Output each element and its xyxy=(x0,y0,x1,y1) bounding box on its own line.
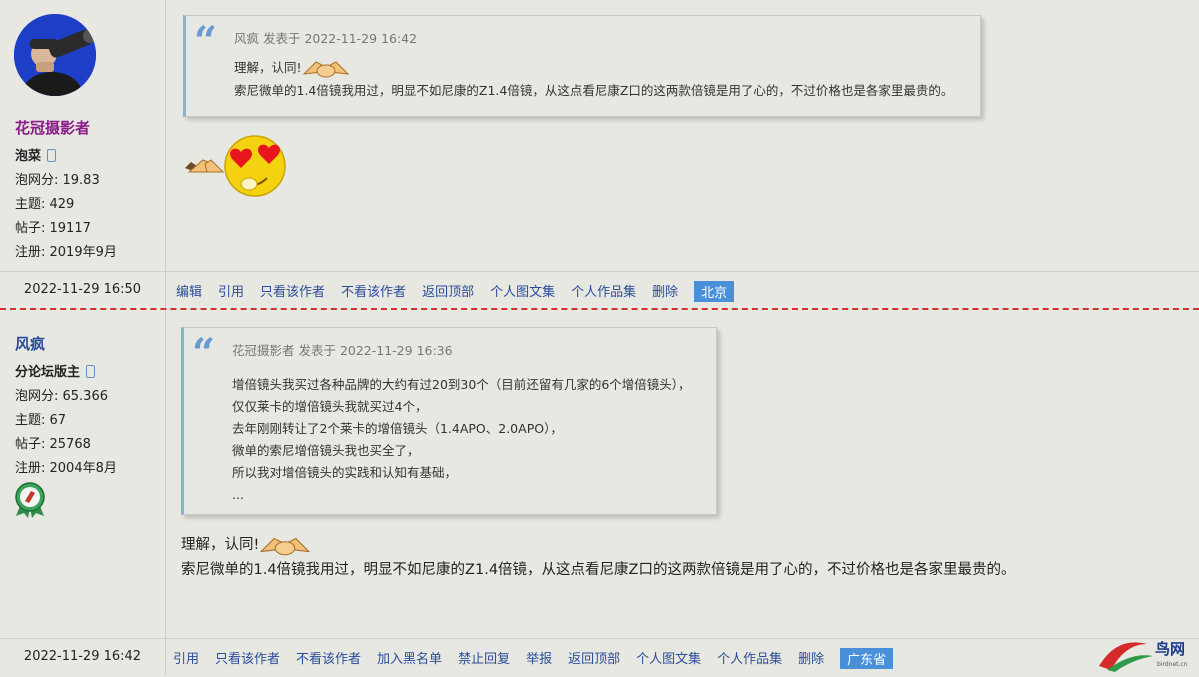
author-stats: 分论坛版主 泡网分: 65.366 主题: 67 帖子: 25768 注册: 2… xyxy=(15,361,117,481)
watermark-url: birdnet.cn xyxy=(1157,661,1188,668)
post-2: 风疯 分论坛版主 泡网分: 65.366 主题: 67 帖子: 25768 注册… xyxy=(0,310,1199,677)
location-badge: 北京 xyxy=(694,281,735,302)
post-date: 2022-11-29 16:42 xyxy=(0,639,166,675)
author-name[interactable]: 风疯 xyxy=(15,333,45,354)
action-only-author[interactable]: 只看该作者 xyxy=(260,281,325,302)
action-hide-author[interactable]: 不看该作者 xyxy=(296,648,361,669)
location-badge: 广东省 xyxy=(840,648,894,669)
action-quote[interactable]: 引用 xyxy=(173,648,199,669)
author-sidebar: 风疯 分论坛版主 泡网分: 65.366 主题: 67 帖子: 25768 注册… xyxy=(0,310,166,638)
quote-line: 理解，认同! xyxy=(234,60,302,75)
body-line: 索尼微单的1.4倍镜我用过，明显不如尼康的Z1.4倍镜，从这点看尼康Z口的这两款… xyxy=(181,562,1016,578)
author-score: 泡网分: 19.83 xyxy=(15,173,100,188)
action-edit[interactable]: 编辑 xyxy=(176,281,202,302)
action-personal-articles[interactable]: 个人图文集 xyxy=(490,281,555,302)
quote-line: ... xyxy=(232,487,244,502)
quote-block: “ 花冠摄影者 发表于 2022-11-29 16:36 增倍镜头我买过各种品牌… xyxy=(181,327,717,515)
action-blacklist[interactable]: 加入黑名单 xyxy=(377,648,442,669)
action-quote[interactable]: 引用 xyxy=(218,281,244,302)
action-delete[interactable]: 删除 xyxy=(652,281,678,302)
quote-line: 去年刚刚转让了2个莱卡的增倍镜头（1.4APO、2.0APO）， xyxy=(232,421,563,436)
watermark-name: 鸟网 xyxy=(1155,640,1185,658)
birdnet-logo-watermark: 鸟网 birdnet.cn xyxy=(1099,640,1188,672)
quote-header: 风疯 发表于 2022-11-29 16:42 xyxy=(234,31,418,46)
action-back-to-top[interactable]: 返回顶部 xyxy=(422,281,474,302)
post-body: 理解，认同! 索尼微单的1.4倍镜我用过，明显不如尼康的Z1.4倍镜，从这点看尼… xyxy=(181,532,1015,582)
handshake-icon xyxy=(260,537,311,556)
quote-body: 增倍镜头我买过各种品牌的大约有过20到30个（目前还留有几家的6个增倍镜头）， … xyxy=(232,374,691,506)
body-line: 理解，认同! xyxy=(181,537,260,553)
medal-icon[interactable] xyxy=(14,482,46,518)
mobile-icon xyxy=(47,149,57,162)
author-sidebar: 花冠摄影者 泡菜 泡网分: 19.83 主题: 429 帖子: 19117 注册… xyxy=(0,0,166,271)
thumbs-handshake-icon xyxy=(185,159,225,173)
handshake-icon xyxy=(302,61,349,78)
quote-line: 微单的索尼增倍镜头我也买全了， xyxy=(232,443,420,458)
author-topics: 主题: 67 xyxy=(15,413,67,428)
action-ban-reply[interactable]: 禁止回复 xyxy=(458,648,510,669)
post-1: 花冠摄影者 泡菜 泡网分: 19.83 主题: 429 帖子: 19117 注册… xyxy=(0,0,1199,308)
mobile-icon xyxy=(86,365,96,378)
quote-line: 仅仅莱卡的增倍镜头我就买过4个， xyxy=(232,399,428,414)
action-personal-works[interactable]: 个人作品集 xyxy=(717,648,782,669)
action-delete[interactable]: 删除 xyxy=(798,648,824,669)
quote-body: 理解，认同! 索尼微单的1.4倍镜我用过，明显不如尼康的Z1.4倍镜，从这点看尼… xyxy=(234,56,953,102)
author-posts: 帖子: 19117 xyxy=(15,221,91,236)
post-footer: 2022-11-29 16:50 编辑 引用 只看该作者 不看该作者 返回顶部 … xyxy=(0,271,1199,308)
post-date: 2022-11-29 16:50 xyxy=(0,272,166,308)
quote-line: 增倍镜头我买过各种品牌的大约有过20到30个（目前还留有几家的6个增倍镜头）， xyxy=(232,377,691,392)
quote-block: “ 风疯 发表于 2022-11-29 16:42 理解，认同! 索尼微单的1.… xyxy=(183,15,981,117)
author-stats: 泡菜 泡网分: 19.83 主题: 429 帖子: 19117 注册: 2019… xyxy=(15,145,117,265)
quote-line: 所以我对增倍镜头的实践和认知有基础， xyxy=(232,465,458,480)
emoji-reaction xyxy=(183,132,293,206)
avatar[interactable] xyxy=(14,14,96,96)
post-footer: 2022-11-29 16:42 引用 只看该作者 不看该作者 加入黑名单 禁止… xyxy=(0,638,1199,675)
author-topics: 主题: 429 xyxy=(15,197,75,212)
author-rank: 分论坛版主 xyxy=(15,365,81,380)
post-actions: 编辑 引用 只看该作者 不看该作者 返回顶部 个人图文集 个人作品集 删除 北京 xyxy=(176,281,735,302)
quote-header: 花冠摄影者 发表于 2022-11-29 16:36 xyxy=(232,343,453,358)
action-only-author[interactable]: 只看该作者 xyxy=(215,648,280,669)
author-registered: 注册: 2004年8月 xyxy=(15,461,117,476)
author-registered: 注册: 2019年9月 xyxy=(15,245,117,260)
action-report[interactable]: 举报 xyxy=(526,648,552,669)
author-posts: 帖子: 25768 xyxy=(15,437,91,452)
quote-mark-icon: “ xyxy=(194,18,218,65)
action-hide-author[interactable]: 不看该作者 xyxy=(341,281,406,302)
post-actions: 引用 只看该作者 不看该作者 加入黑名单 禁止回复 举报 返回顶部 个人图文集 … xyxy=(173,648,894,669)
action-personal-articles[interactable]: 个人图文集 xyxy=(636,648,701,669)
action-back-to-top[interactable]: 返回顶部 xyxy=(568,648,620,669)
heart-eyes-face-icon xyxy=(224,135,286,197)
author-name[interactable]: 花冠摄影者 xyxy=(15,117,90,138)
action-personal-works[interactable]: 个人作品集 xyxy=(571,281,636,302)
author-rank: 泡菜 xyxy=(15,149,42,164)
quote-line: 索尼微单的1.4倍镜我用过，明显不如尼康的Z1.4倍镜，从这点看尼康Z口的这两款… xyxy=(234,83,954,98)
author-score: 泡网分: 65.366 xyxy=(15,389,108,404)
quote-mark-icon: “ xyxy=(192,330,216,377)
